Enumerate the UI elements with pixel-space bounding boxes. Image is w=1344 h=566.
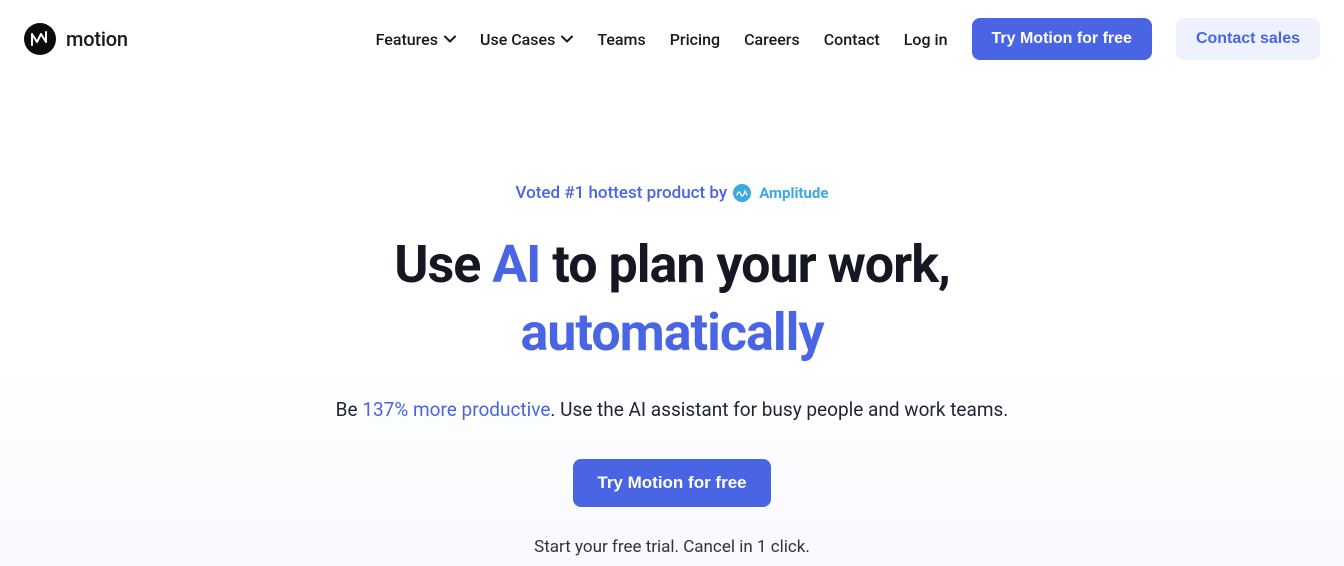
- nav-pricing-label: Pricing: [670, 30, 720, 49]
- nav-teams[interactable]: Teams: [597, 30, 645, 49]
- nav-teams-label: Teams: [597, 30, 645, 49]
- try-free-button[interactable]: Try Motion for free: [972, 18, 1152, 60]
- logo[interactable]: motion: [24, 23, 128, 55]
- motion-logo-icon: [24, 23, 56, 55]
- nav-careers[interactable]: Careers: [744, 30, 800, 49]
- hero-try-free-button[interactable]: Try Motion for free: [573, 459, 770, 507]
- chevron-down-icon: [444, 33, 456, 45]
- badge-brand: Amplitude: [759, 184, 828, 202]
- main-nav: Features Use Cases Teams Pricing Careers…: [376, 18, 1320, 60]
- hero-title-ai: AI: [492, 234, 540, 295]
- contact-sales-button[interactable]: Contact sales: [1176, 18, 1320, 60]
- nav-login-label: Log in: [904, 30, 948, 49]
- nav-features[interactable]: Features: [376, 30, 456, 49]
- hero-subtitle: Be 137% more productive. Use the AI assi…: [172, 398, 1172, 421]
- hero-section: Voted #1 hottest product by Amplitude Us…: [172, 78, 1172, 557]
- badge-text: Voted #1 hottest product by: [516, 183, 728, 203]
- header: motion Features Use Cases Teams Pricing …: [0, 0, 1344, 78]
- chevron-down-icon: [561, 33, 573, 45]
- nav-use-cases-label: Use Cases: [480, 30, 555, 49]
- hero-subtitle-accent: 137% more productive: [362, 398, 550, 421]
- nav-use-cases[interactable]: Use Cases: [480, 30, 573, 49]
- nav-contact-label: Contact: [824, 30, 880, 49]
- logo-text: motion: [66, 27, 128, 51]
- nav-careers-label: Careers: [744, 30, 800, 49]
- product-badge: Voted #1 hottest product by Amplitude: [516, 183, 829, 203]
- nav-pricing[interactable]: Pricing: [670, 30, 720, 49]
- hero-subtitle-part2: . Use the AI assistant for busy people a…: [550, 398, 1008, 421]
- nav-login[interactable]: Log in: [904, 30, 948, 49]
- hero-title-part3: automatically: [520, 302, 823, 363]
- hero-subtitle-part1: Be: [336, 398, 363, 421]
- amplitude-icon: [733, 184, 751, 202]
- nav-features-label: Features: [376, 30, 438, 49]
- hero-title-part1: Use: [394, 234, 492, 295]
- hero-title: Use AI to plan your work, automatically: [172, 231, 1172, 366]
- hero-note: Start your free trial. Cancel in 1 click…: [172, 537, 1172, 557]
- nav-contact[interactable]: Contact: [824, 30, 880, 49]
- hero-title-part2: to plan your work,: [540, 234, 949, 295]
